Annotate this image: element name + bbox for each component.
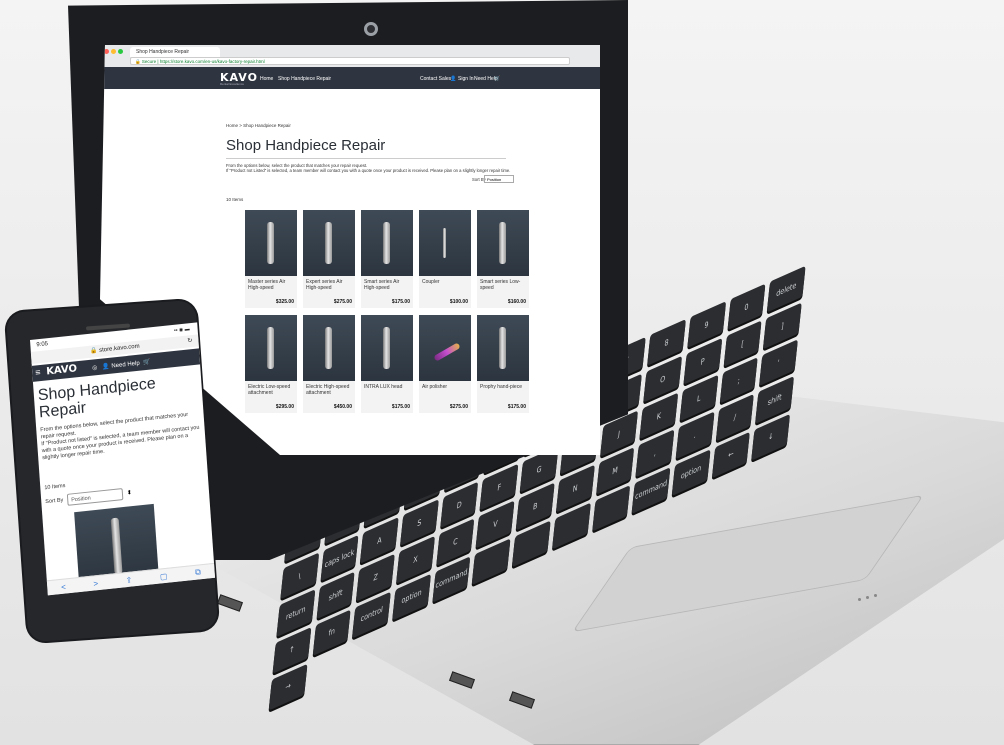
lock-icon: 🔒 bbox=[89, 348, 98, 355]
sort-by-select[interactable]: Position bbox=[484, 175, 514, 183]
minimize-window-icon[interactable] bbox=[111, 49, 116, 54]
product-image[interactable] bbox=[361, 315, 413, 381]
product-name[interactable]: Smart series Air High-speed bbox=[361, 276, 413, 299]
product-image[interactable] bbox=[361, 210, 413, 276]
webcam-icon bbox=[364, 22, 378, 36]
contact-sales-link[interactable]: Contact Sales bbox=[420, 76, 451, 82]
product-card[interactable]: Electric High-speed attachment $450.00 bbox=[303, 315, 355, 413]
title-divider bbox=[226, 158, 506, 159]
product-image[interactable] bbox=[419, 315, 471, 381]
sign-in-link[interactable]: Sign In bbox=[458, 76, 474, 82]
product-image[interactable] bbox=[477, 315, 529, 381]
product-image[interactable] bbox=[303, 210, 355, 276]
cart-icon[interactable]: 🛒 bbox=[143, 360, 151, 367]
intro-text: From the options below, select the produ… bbox=[226, 163, 526, 173]
product-image[interactable] bbox=[419, 210, 471, 276]
status-indicator bbox=[858, 598, 861, 601]
product-price: $160.00 bbox=[507, 299, 526, 305]
page-title: Shop Handpiece Repair bbox=[226, 137, 386, 154]
phone-status-icons: ▪▪ ◉ ▬ bbox=[173, 326, 190, 334]
product-price: $275.00 bbox=[333, 299, 352, 305]
site-header bbox=[100, 67, 600, 89]
product-image[interactable] bbox=[245, 210, 297, 276]
tabs-icon[interactable]: ⧉ bbox=[195, 567, 201, 578]
items-count: 10 Items bbox=[226, 197, 244, 202]
sort-direction-icon[interactable]: ⬍ bbox=[127, 489, 132, 497]
product-card[interactable]: Electric Low-speed attachment $295.00 bbox=[245, 315, 297, 413]
sort-by-label: Sort By bbox=[45, 497, 64, 506]
product-name[interactable]: Electric High-speed attachment bbox=[303, 381, 355, 404]
status-indicator bbox=[874, 594, 877, 597]
cart-icon[interactable]: 🛒 bbox=[494, 76, 500, 82]
product-image[interactable] bbox=[245, 315, 297, 381]
product-name[interactable]: Smart series Low-speed bbox=[477, 276, 529, 299]
breadcrumb[interactable]: Home > Shop Handpiece Repair bbox=[226, 123, 291, 128]
product-card[interactable]: Air polisher $275.00 bbox=[419, 315, 471, 413]
address-bar[interactable]: 🔒 Secure | https://store.kavo.com/en-us/… bbox=[130, 57, 570, 65]
product-card[interactable]: Smart series Low-speed $160.00 bbox=[477, 210, 529, 308]
product-card[interactable]: INTRA LUX head $175.00 bbox=[361, 315, 413, 413]
product-name[interactable]: Prophy hand-piece bbox=[477, 381, 529, 404]
product-card[interactable]: Coupler $100.00 bbox=[419, 210, 471, 308]
product-image[interactable] bbox=[303, 315, 355, 381]
product-price: $450.00 bbox=[333, 404, 352, 410]
user-icon[interactable]: 👤 bbox=[102, 364, 110, 371]
url-text: https://store.kavo.com/en-us/kavo-factor… bbox=[159, 59, 265, 64]
logo-tagline: Dental Excellence bbox=[220, 82, 245, 86]
product-price: $175.00 bbox=[391, 299, 410, 305]
product-name[interactable]: Master series Air High-speed bbox=[245, 276, 297, 299]
status-indicator bbox=[866, 596, 869, 599]
phone-screen: 9:05 ▪▪ ◉ ▬ 🔒 store.kavo.com ↻ ≡ KAVO ◎ … bbox=[30, 322, 216, 596]
nav-shop-link[interactable]: Shop Handpiece Repair bbox=[278, 76, 331, 82]
product-name[interactable]: Air polisher bbox=[419, 381, 471, 404]
location-icon[interactable]: ◎ bbox=[92, 365, 98, 372]
product-name[interactable]: INTRA LUX head bbox=[361, 381, 413, 404]
sort-by-select[interactable]: Position bbox=[66, 488, 124, 506]
share-icon[interactable]: ⇪ bbox=[125, 575, 132, 585]
product-card[interactable]: Smart series Air High-speed $175.00 bbox=[361, 210, 413, 308]
product-name[interactable]: Coupler bbox=[419, 276, 471, 299]
product-price: $295.00 bbox=[275, 404, 294, 410]
product-price: $175.00 bbox=[507, 404, 526, 410]
reload-icon[interactable]: ↻ bbox=[187, 335, 193, 347]
phone-url-text: store.kavo.com bbox=[98, 343, 140, 354]
nav-home-link[interactable]: Home bbox=[260, 76, 273, 82]
product-name[interactable]: Expert series Air High-speed bbox=[303, 276, 355, 299]
hamburger-menu-icon[interactable]: ≡ bbox=[35, 367, 41, 378]
product-price: $175.00 bbox=[391, 404, 410, 410]
product-card[interactable]: Expert series Air High-speed $275.00 bbox=[303, 210, 355, 308]
items-count: 10 Items bbox=[44, 483, 66, 492]
phone-clock: 9:05 bbox=[36, 341, 49, 349]
forward-icon[interactable]: > bbox=[93, 579, 98, 588]
browser-tab[interactable]: Shop Handpiece Repair bbox=[130, 47, 220, 57]
maximize-window-icon[interactable] bbox=[118, 49, 123, 54]
product-card[interactable]: Master series Air High-speed $325.00 bbox=[245, 210, 297, 308]
intro-line-2: If "Product not Listed" is selected, a t… bbox=[226, 168, 511, 173]
product-price: $275.00 bbox=[449, 404, 468, 410]
usb-port bbox=[217, 594, 243, 612]
product-image[interactable] bbox=[477, 210, 529, 276]
product-price: $325.00 bbox=[275, 299, 294, 305]
secure-label: Secure bbox=[141, 59, 157, 64]
browser-chrome: Shop Handpiece Repair 🔒 Secure | https:/… bbox=[100, 45, 600, 68]
product-name[interactable]: Electric Low-speed attachment bbox=[245, 381, 297, 404]
user-icon[interactable]: 👤 bbox=[450, 76, 456, 82]
product-price: $100.00 bbox=[449, 299, 468, 305]
product-card[interactable]: Prophy hand-piece $175.00 bbox=[477, 315, 529, 413]
back-icon[interactable]: < bbox=[61, 582, 66, 591]
lock-icon: 🔒 bbox=[135, 59, 141, 64]
bookmarks-icon[interactable]: ▢ bbox=[160, 571, 168, 581]
